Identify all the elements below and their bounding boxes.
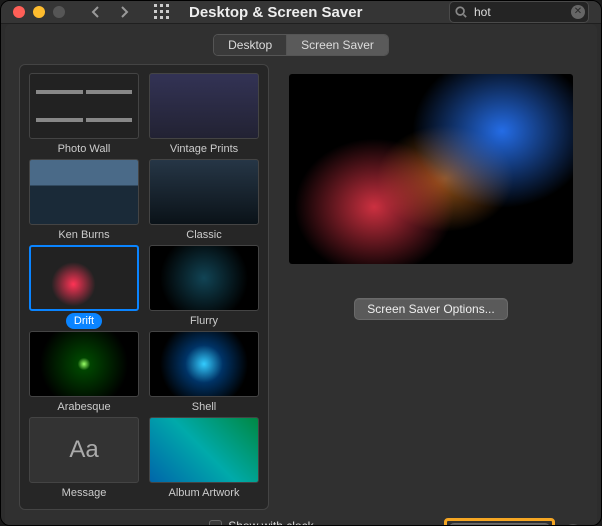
- search-icon: [455, 6, 467, 18]
- saver-arabesque[interactable]: Arabesque: [28, 331, 140, 415]
- screensaver-options-button[interactable]: Screen Saver Options...: [354, 298, 507, 320]
- minimize-icon[interactable]: [33, 6, 45, 18]
- footer: Start after: 20 Minutes ▲▼ Show with clo…: [19, 510, 583, 526]
- hot-corners-highlight: Hot Corners...: [444, 518, 555, 526]
- saver-vintage-prints[interactable]: Vintage Prints: [148, 73, 260, 157]
- show-with-clock-label: Show with clock: [228, 519, 313, 526]
- titlebar: Desktop & Screen Saver ✕: [1, 1, 601, 24]
- saver-label: Album Artwork: [161, 485, 248, 501]
- saver-message[interactable]: Aa Message: [28, 417, 140, 501]
- tab-bar: Desktop Screen Saver: [19, 34, 583, 56]
- screensaver-list[interactable]: Photo Wall Vintage Prints Ken Burns Clas…: [19, 64, 269, 510]
- tab-desktop[interactable]: Desktop: [214, 35, 287, 55]
- show-all-button[interactable]: [151, 1, 173, 23]
- thumbnail-icon: [29, 73, 139, 139]
- saver-album-artwork[interactable]: Album Artwork: [148, 417, 260, 501]
- saver-label: Message: [54, 485, 115, 501]
- saver-label: Ken Burns: [50, 227, 117, 243]
- thumbnail-icon: [149, 159, 259, 225]
- close-icon[interactable]: [13, 6, 25, 18]
- thumbnail-icon: [29, 245, 139, 311]
- window-controls: [13, 6, 65, 18]
- saver-photo-wall[interactable]: Photo Wall: [28, 73, 140, 157]
- saver-label: Flurry: [182, 313, 226, 329]
- main-area: Photo Wall Vintage Prints Ken Burns Clas…: [19, 64, 583, 510]
- preferences-window: Desktop & Screen Saver ✕ Desktop Screen …: [0, 0, 602, 526]
- saver-label: Drift: [66, 313, 102, 329]
- thumbnail-icon: [149, 417, 259, 483]
- thumbnail-icon: [149, 245, 259, 311]
- search-field: ✕: [449, 1, 589, 23]
- large-preview: [289, 74, 573, 264]
- thumbnail-icon: [149, 331, 259, 397]
- search-input[interactable]: [449, 1, 589, 23]
- content-area: Desktop Screen Saver Photo Wall Vintage …: [5, 24, 597, 526]
- thumbnail-icon: Aa: [29, 417, 139, 483]
- saver-flurry[interactable]: Flurry: [148, 245, 260, 329]
- saver-drift[interactable]: Drift: [28, 245, 140, 329]
- show-with-clock-row: Show with clock: [209, 519, 365, 526]
- saver-label: Arabesque: [49, 399, 118, 415]
- saver-label: Classic: [178, 227, 229, 243]
- thumbnail-icon: [29, 331, 139, 397]
- tab-screensaver[interactable]: Screen Saver: [287, 35, 388, 55]
- zoom-icon: [53, 6, 65, 18]
- saver-label: Shell: [184, 399, 224, 415]
- clear-search-icon[interactable]: ✕: [571, 5, 585, 19]
- saver-shell[interactable]: Shell: [148, 331, 260, 415]
- saver-label: Photo Wall: [50, 141, 119, 157]
- back-button[interactable]: [83, 1, 109, 23]
- saver-ken-burns[interactable]: Ken Burns: [28, 159, 140, 243]
- show-with-clock-checkbox[interactable]: [209, 520, 222, 526]
- options-checkboxes: Show with clock Use random screen saver: [209, 519, 365, 526]
- forward-button[interactable]: [111, 1, 137, 23]
- nav-buttons: [83, 1, 137, 23]
- saver-classic[interactable]: Classic: [148, 159, 260, 243]
- saver-label: Vintage Prints: [162, 141, 246, 157]
- page-title: Desktop & Screen Saver: [189, 4, 362, 21]
- thumbnail-icon: [149, 73, 259, 139]
- thumbnail-icon: [29, 159, 139, 225]
- preview-pane: Screen Saver Options...: [279, 64, 583, 510]
- drift-preview-art: [289, 74, 573, 264]
